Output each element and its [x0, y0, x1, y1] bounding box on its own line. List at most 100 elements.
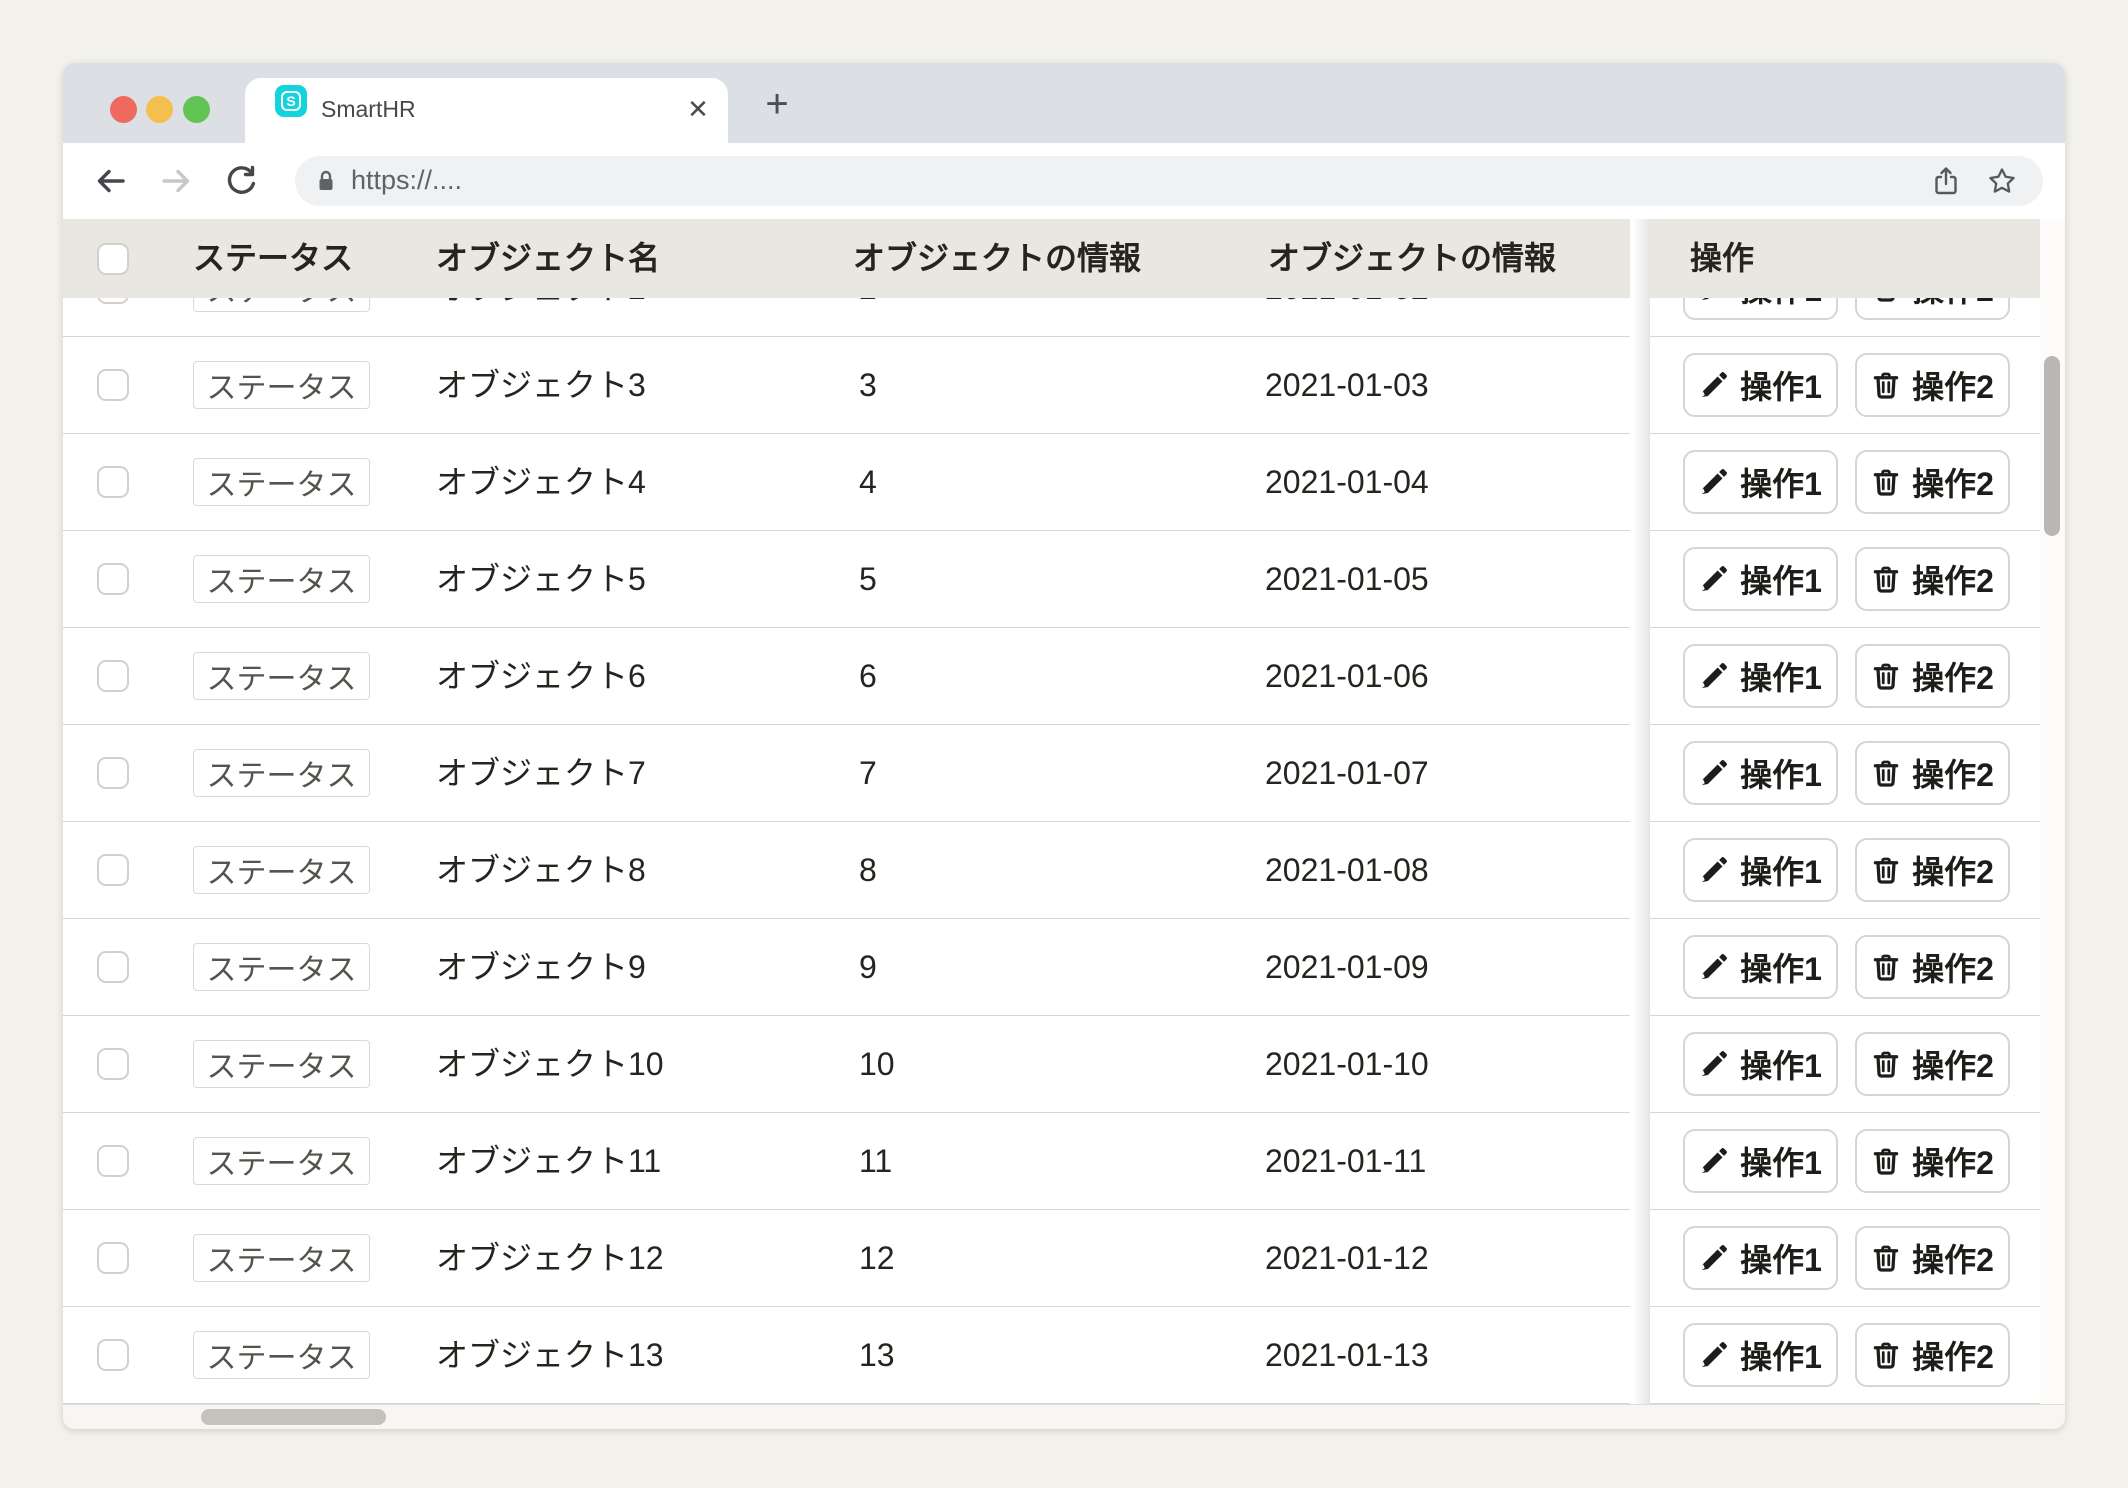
action1-button[interactable]: 操作1	[1683, 1226, 1838, 1290]
action1-button[interactable]: 操作1	[1683, 1323, 1838, 1387]
table-row: ステータス オブジェクト9 9 2021-01-09 操作1	[63, 919, 2040, 1016]
object-info1-cell: 12	[859, 1210, 895, 1307]
object-info2-cell: 2021-01-03	[1265, 337, 1429, 434]
browser-tab[interactable]: S SmartHR ✕	[245, 78, 728, 143]
object-info1-cell: 5	[859, 531, 877, 628]
horizontal-scrollbar-thumb[interactable]	[201, 1409, 386, 1425]
action2-button[interactable]: 操作2	[1855, 935, 2010, 999]
action2-button[interactable]: 操作2	[1855, 644, 2010, 708]
table-row-actions: 操作1 操作2	[1650, 628, 2040, 725]
table-row-main: ステータス オブジェクト4 4 2021-01-04	[63, 434, 1630, 531]
table-row: ステータス オブジェクト6 6 2021-01-06 操作1	[63, 628, 2040, 725]
object-name-cell: オブジェクト9	[436, 919, 646, 1016]
status-badge-label: ステータス	[207, 557, 357, 601]
reload-icon[interactable]	[223, 163, 259, 199]
object-name-cell: オブジェクト12	[436, 1210, 664, 1307]
action1-button[interactable]: 操作1	[1683, 838, 1838, 902]
action1-button[interactable]: 操作1	[1683, 935, 1838, 999]
tab-strip: S SmartHR ✕ +	[63, 63, 2065, 143]
table-header-actions: 操作	[1650, 219, 2040, 298]
action1-label: 操作1	[1740, 556, 1822, 602]
action1-button[interactable]: 操作1	[1683, 741, 1838, 805]
header-actions: 操作	[1690, 219, 1754, 298]
pencil-icon	[1699, 1049, 1729, 1079]
table-row-actions: 操作1 操作2	[1650, 434, 2040, 531]
tab-close-icon[interactable]: ✕	[682, 78, 714, 143]
action1-button[interactable]: 操作1	[1683, 547, 1838, 611]
action2-button[interactable]: 操作2	[1855, 1032, 2010, 1096]
table-row-main: ステータス オブジェクト7 7 2021-01-07	[63, 725, 1630, 822]
vertical-scrollbar[interactable]	[2040, 219, 2065, 1404]
lock-icon	[313, 168, 339, 194]
select-all-checkbox[interactable]	[97, 243, 129, 275]
action2-button[interactable]: 操作2	[1855, 1323, 2010, 1387]
action1-label: 操作1	[1740, 1041, 1822, 1087]
action2-button[interactable]: 操作2	[1855, 547, 2010, 611]
row-checkbox[interactable]	[97, 563, 129, 595]
table-row: ステータス オブジェクト10 10 2021-01-10 操作1	[63, 1016, 2040, 1113]
vertical-scrollbar-thumb[interactable]	[2044, 356, 2060, 536]
row-checkbox[interactable]	[97, 369, 129, 401]
action2-button[interactable]: 操作2	[1855, 741, 2010, 805]
action2-button[interactable]: 操作2	[1855, 838, 2010, 902]
status-badge: ステータス	[193, 846, 370, 894]
pencil-icon	[1699, 564, 1729, 594]
action2-label: 操作2	[1912, 1332, 1994, 1378]
table-row-actions: 操作1 操作2	[1650, 1307, 2040, 1404]
row-checkbox[interactable]	[97, 1145, 129, 1177]
window-close-button[interactable]	[110, 96, 137, 123]
object-info1-cell: 4	[859, 434, 877, 531]
object-info1-cell: 7	[859, 725, 877, 822]
action2-label: 操作2	[1912, 556, 1994, 602]
row-checkbox[interactable]	[97, 757, 129, 789]
table-row-actions: 操作1 操作2	[1650, 1113, 2040, 1210]
action1-button[interactable]: 操作1	[1683, 1032, 1838, 1096]
action2-button[interactable]: 操作2	[1855, 1129, 2010, 1193]
new-tab-button[interactable]: +	[755, 83, 799, 127]
object-info1-cell: 8	[859, 822, 877, 919]
object-info2-cell: 2021-01-10	[1265, 1016, 1429, 1113]
forward-icon[interactable]	[158, 163, 194, 199]
trash-icon	[1871, 1243, 1901, 1273]
window-minimize-button[interactable]	[146, 96, 173, 123]
object-info2-cell: 2021-01-13	[1265, 1307, 1429, 1404]
action2-button[interactable]: 操作2	[1855, 450, 2010, 514]
action1-button[interactable]: 操作1	[1683, 1129, 1838, 1193]
table-row: ステータス オブジェクト11 11 2021-01-11 操作1	[63, 1113, 2040, 1210]
action1-button[interactable]: 操作1	[1683, 353, 1838, 417]
action2-label: 操作2	[1912, 847, 1994, 893]
action1-label: 操作1	[1740, 362, 1822, 408]
back-icon[interactable]	[93, 163, 129, 199]
status-badge-label: ステータス	[207, 1333, 357, 1377]
table-row-actions: 操作1 操作2	[1650, 1016, 2040, 1113]
header-object-info2: オブジェクトの情報	[1268, 219, 1556, 298]
action1-button[interactable]: 操作1	[1683, 450, 1838, 514]
action1-button[interactable]: 操作1	[1683, 644, 1838, 708]
trash-icon	[1871, 467, 1901, 497]
row-checkbox[interactable]	[97, 854, 129, 886]
row-checkbox[interactable]	[97, 1339, 129, 1371]
window-zoom-button[interactable]	[183, 96, 210, 123]
action2-button[interactable]: 操作2	[1855, 353, 2010, 417]
action2-button[interactable]: 操作2	[1855, 1226, 2010, 1290]
table-row-main: ステータス オブジェクト10 10 2021-01-10	[63, 1016, 1630, 1113]
trash-icon	[1871, 661, 1901, 691]
share-icon[interactable]	[1930, 165, 1962, 197]
table-row-main: ステータス オブジェクト6 6 2021-01-06	[63, 628, 1630, 725]
pencil-icon	[1699, 855, 1729, 885]
address-bar[interactable]: https://....	[295, 156, 2043, 206]
row-checkbox[interactable]	[97, 466, 129, 498]
horizontal-scrollbar[interactable]	[63, 1404, 2065, 1429]
bookmark-star-icon[interactable]	[1986, 165, 2018, 197]
table-row: ステータス オブジェクト5 5 2021-01-05 操作1	[63, 531, 2040, 628]
pencil-icon	[1699, 1146, 1729, 1176]
row-checkbox[interactable]	[97, 660, 129, 692]
status-badge: ステータス	[193, 1331, 370, 1379]
status-badge: ステータス	[193, 1040, 370, 1088]
row-checkbox[interactable]	[97, 1048, 129, 1080]
action2-label: 操作2	[1912, 1235, 1994, 1281]
trash-icon	[1871, 758, 1901, 788]
row-checkbox[interactable]	[97, 951, 129, 983]
table-row-actions: 操作1 操作2	[1650, 919, 2040, 1016]
row-checkbox[interactable]	[97, 1242, 129, 1274]
